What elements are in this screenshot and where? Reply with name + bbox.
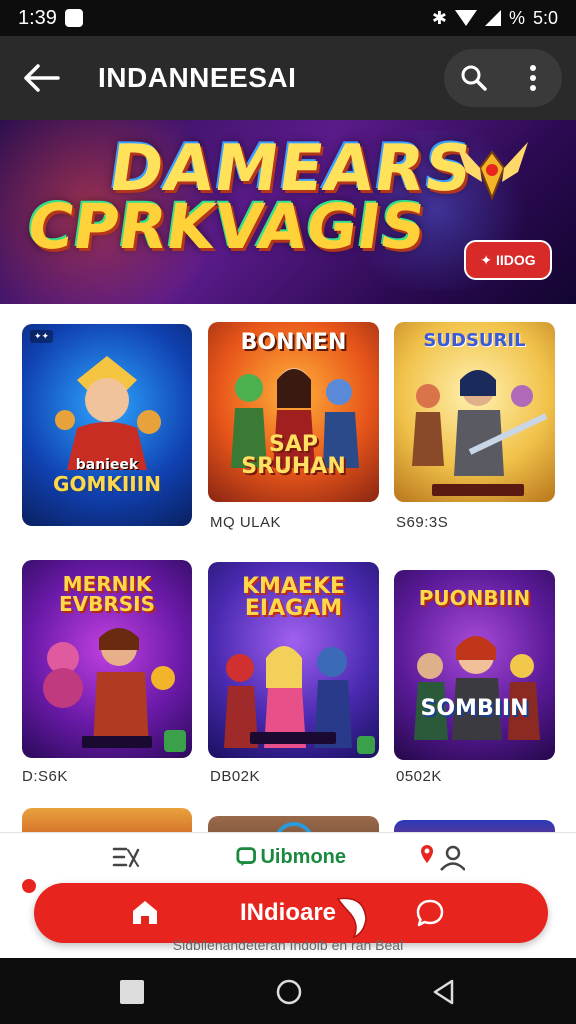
banner-title-line2: CPRKVAGIS: [22, 190, 431, 263]
back-nav-button[interactable]: [430, 978, 458, 1006]
signal-icon: [484, 10, 501, 26]
game-card[interactable]: [208, 816, 379, 832]
message-icon[interactable]: [414, 897, 446, 929]
battery-text: 5:0: [532, 7, 558, 28]
swoosh-icon: [336, 897, 367, 939]
home-icon[interactable]: [130, 897, 160, 927]
card-caption: MQ ULAK: [210, 514, 282, 531]
notification-dot: [20, 877, 38, 895]
badge-icon: ✦: [480, 251, 493, 268]
battery-percent-icon: %: [508, 7, 525, 28]
system-nav-bar: [0, 958, 576, 1024]
nav-center-label: Uibmone: [260, 845, 346, 868]
bottom-navigation: Uibmone INdioare Sidbilenandeteran Indoi…: [0, 832, 576, 958]
card-title: KMAEKE EIAGAM: [241, 574, 346, 621]
card-footer-bar: [432, 484, 524, 496]
home-nav-button[interactable]: [275, 978, 303, 1006]
card-title: MERNIK EVBRSIS: [58, 572, 156, 616]
search-icon: [461, 65, 487, 91]
card-corner-badge: [357, 736, 375, 754]
nav-center-tab[interactable]: Uibmone: [236, 837, 346, 877]
card-caption: DB02K: [210, 768, 261, 785]
card-title: SUDSURIL: [423, 330, 526, 351]
hero-illustration: [413, 636, 540, 740]
status-bar: 1:39 ✱ % 5:0: [0, 0, 576, 36]
card-title: PUONBIIN: [418, 586, 531, 610]
card-subtitle: SOMBIIN: [420, 696, 529, 721]
banner-badge[interactable]: ✦ IIDOG: [464, 240, 552, 280]
hero-illustration: [43, 628, 175, 748]
search-button[interactable]: [454, 58, 494, 98]
game-card[interactable]: [394, 820, 555, 832]
back-button[interactable]: [0, 36, 84, 120]
game-card[interactable]: [22, 808, 192, 832]
main-action-bar[interactable]: INdioare: [34, 883, 548, 943]
more-vertical-icon: [529, 65, 536, 91]
hero-illustration: [223, 646, 352, 748]
arrow-left-icon: [24, 64, 60, 92]
list-edit-icon: [112, 847, 140, 868]
more-options-button[interactable]: [513, 58, 553, 98]
card-title: GOMKIIIN: [53, 472, 161, 496]
game-card[interactable]: PUONBIIN SOMBIIN: [394, 570, 555, 760]
notification-icon: [64, 9, 83, 27]
nav-profile-button[interactable]: [412, 837, 472, 877]
hero-illustration: [55, 356, 161, 470]
card-corner-badge: [164, 730, 186, 752]
recents-button[interactable]: [120, 980, 144, 1004]
chat-bubble-icon: [236, 847, 256, 867]
card-subtitle: SAP SRUHAN: [241, 432, 346, 479]
hero-illustration: [276, 822, 312, 832]
card-footer-bar: [250, 732, 336, 744]
card-title: BONNEN: [240, 330, 347, 355]
game-card[interactable]: MERNIK EVBRSIS: [22, 560, 192, 758]
app-actions: [444, 49, 562, 107]
game-card[interactable]: SUDSURIL: [394, 322, 555, 502]
game-grid: ✦✦ banieek GOMKIIIN BONNEN SAP SRUHAN MQ…: [0, 304, 576, 832]
nav-menu-button[interactable]: [98, 837, 154, 877]
card-caption: S69:3S: [396, 514, 449, 531]
game-card[interactable]: ✦✦ banieek GOMKIIIN: [22, 324, 192, 526]
footer-text: Sidbilenandeteran Indoib en ran Beal: [172, 937, 404, 953]
game-card[interactable]: BONNEN SAP SRUHAN: [208, 322, 379, 502]
bluetooth-icon: ✱: [431, 7, 447, 28]
card-tag: ✦✦: [30, 330, 54, 343]
location-user-icon: [421, 845, 465, 871]
card-footer-bar: [82, 736, 152, 748]
hero-illustration: [411, 370, 547, 476]
card-subtitle: banieek: [75, 457, 139, 473]
winged-emblem-icon: [456, 142, 528, 201]
status-time: 1:39: [18, 6, 57, 29]
main-action-label: INdioare: [240, 899, 337, 926]
card-caption: 0502K: [396, 768, 442, 785]
promo-banner[interactable]: DAMEARS CPRKVAGIS ✦ IIDOG: [0, 120, 576, 304]
card-caption: D:S6K: [22, 768, 68, 785]
app-bar: INDANNEESAI: [0, 36, 576, 120]
game-card[interactable]: KMAEKE EIAGAM: [208, 562, 379, 758]
wifi-icon: [454, 10, 477, 26]
